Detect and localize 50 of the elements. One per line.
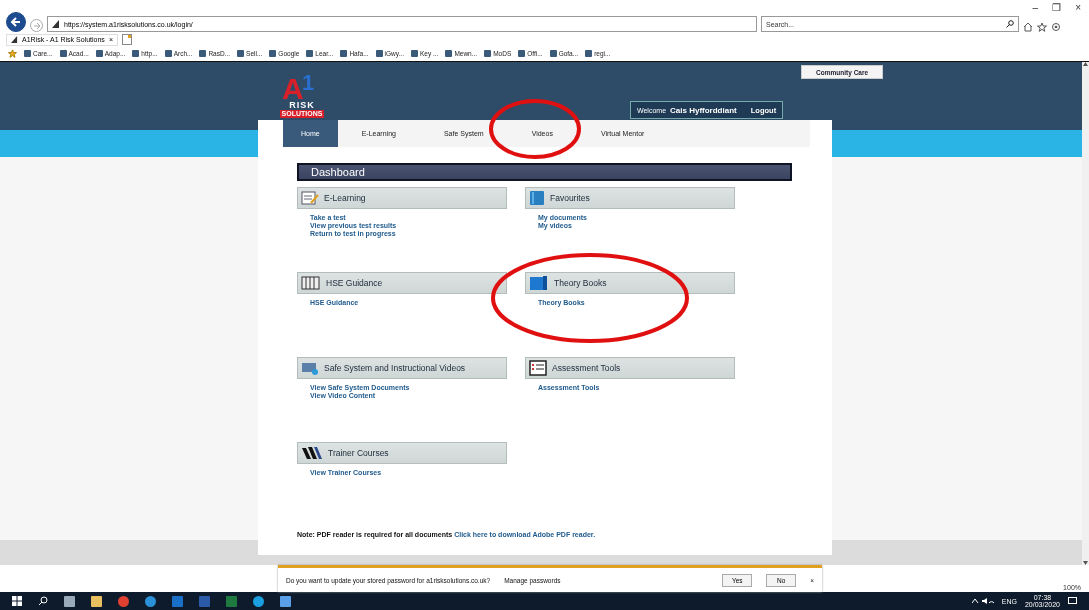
page-icon xyxy=(164,50,172,58)
scrollbar[interactable] xyxy=(1082,62,1089,565)
window-control[interactable]: × xyxy=(1075,2,1081,13)
forward-arrow-icon xyxy=(32,21,41,30)
page-icon xyxy=(484,50,492,58)
dashboard-title: Dashboard xyxy=(297,163,792,181)
page-icon xyxy=(549,50,557,58)
section-title: Trainer Courses xyxy=(328,448,389,458)
search-icon xyxy=(1006,20,1014,29)
notepad-pencil-icon xyxy=(301,190,319,206)
page-icon xyxy=(132,50,140,58)
user-name: Cais Hyfforddiant xyxy=(670,105,737,115)
page-icon xyxy=(410,50,418,58)
site-icon xyxy=(11,36,18,44)
section-title: HSE Guidance xyxy=(326,278,383,288)
page-icon xyxy=(59,50,67,58)
screen-icon xyxy=(301,360,319,376)
page-icon xyxy=(306,50,314,58)
page-icon xyxy=(340,50,348,58)
page-icon xyxy=(95,50,103,58)
page-icon xyxy=(445,50,453,58)
page-icon xyxy=(199,50,207,58)
home-icon[interactable] xyxy=(1023,22,1033,33)
section-title: E-Learning xyxy=(324,193,366,203)
back-arrow-icon xyxy=(10,16,22,29)
page-icon xyxy=(375,50,383,58)
books-icon xyxy=(301,445,323,461)
star-icon[interactable] xyxy=(1037,22,1047,33)
tray-icons[interactable] xyxy=(971,597,994,605)
window-control[interactable]: – xyxy=(1032,2,1039,13)
search-icon[interactable] xyxy=(38,596,48,606)
back-button[interactable] xyxy=(6,12,26,33)
page-icon xyxy=(24,50,31,58)
section-title: Assessment Tools xyxy=(552,363,621,373)
new-tab-icon[interactable] xyxy=(121,34,132,46)
page-icon xyxy=(585,50,593,58)
section-title: Safe System and Instructional Videos xyxy=(324,363,466,373)
window-control[interactable]: ❐ xyxy=(1052,2,1062,13)
notification-icon[interactable] xyxy=(1068,596,1077,606)
page-icon xyxy=(269,50,277,58)
binder-icon xyxy=(301,275,321,291)
favourites-star-icon[interactable] xyxy=(8,49,17,59)
page-icon xyxy=(518,50,526,58)
site-icon xyxy=(52,20,60,29)
section-title: Theory Books xyxy=(554,278,607,288)
page-icon xyxy=(237,50,245,58)
book-icon xyxy=(529,275,549,291)
section-title: Favourites xyxy=(550,193,590,203)
windows-start-icon[interactable] xyxy=(12,596,22,606)
checklist-icon xyxy=(529,360,547,376)
